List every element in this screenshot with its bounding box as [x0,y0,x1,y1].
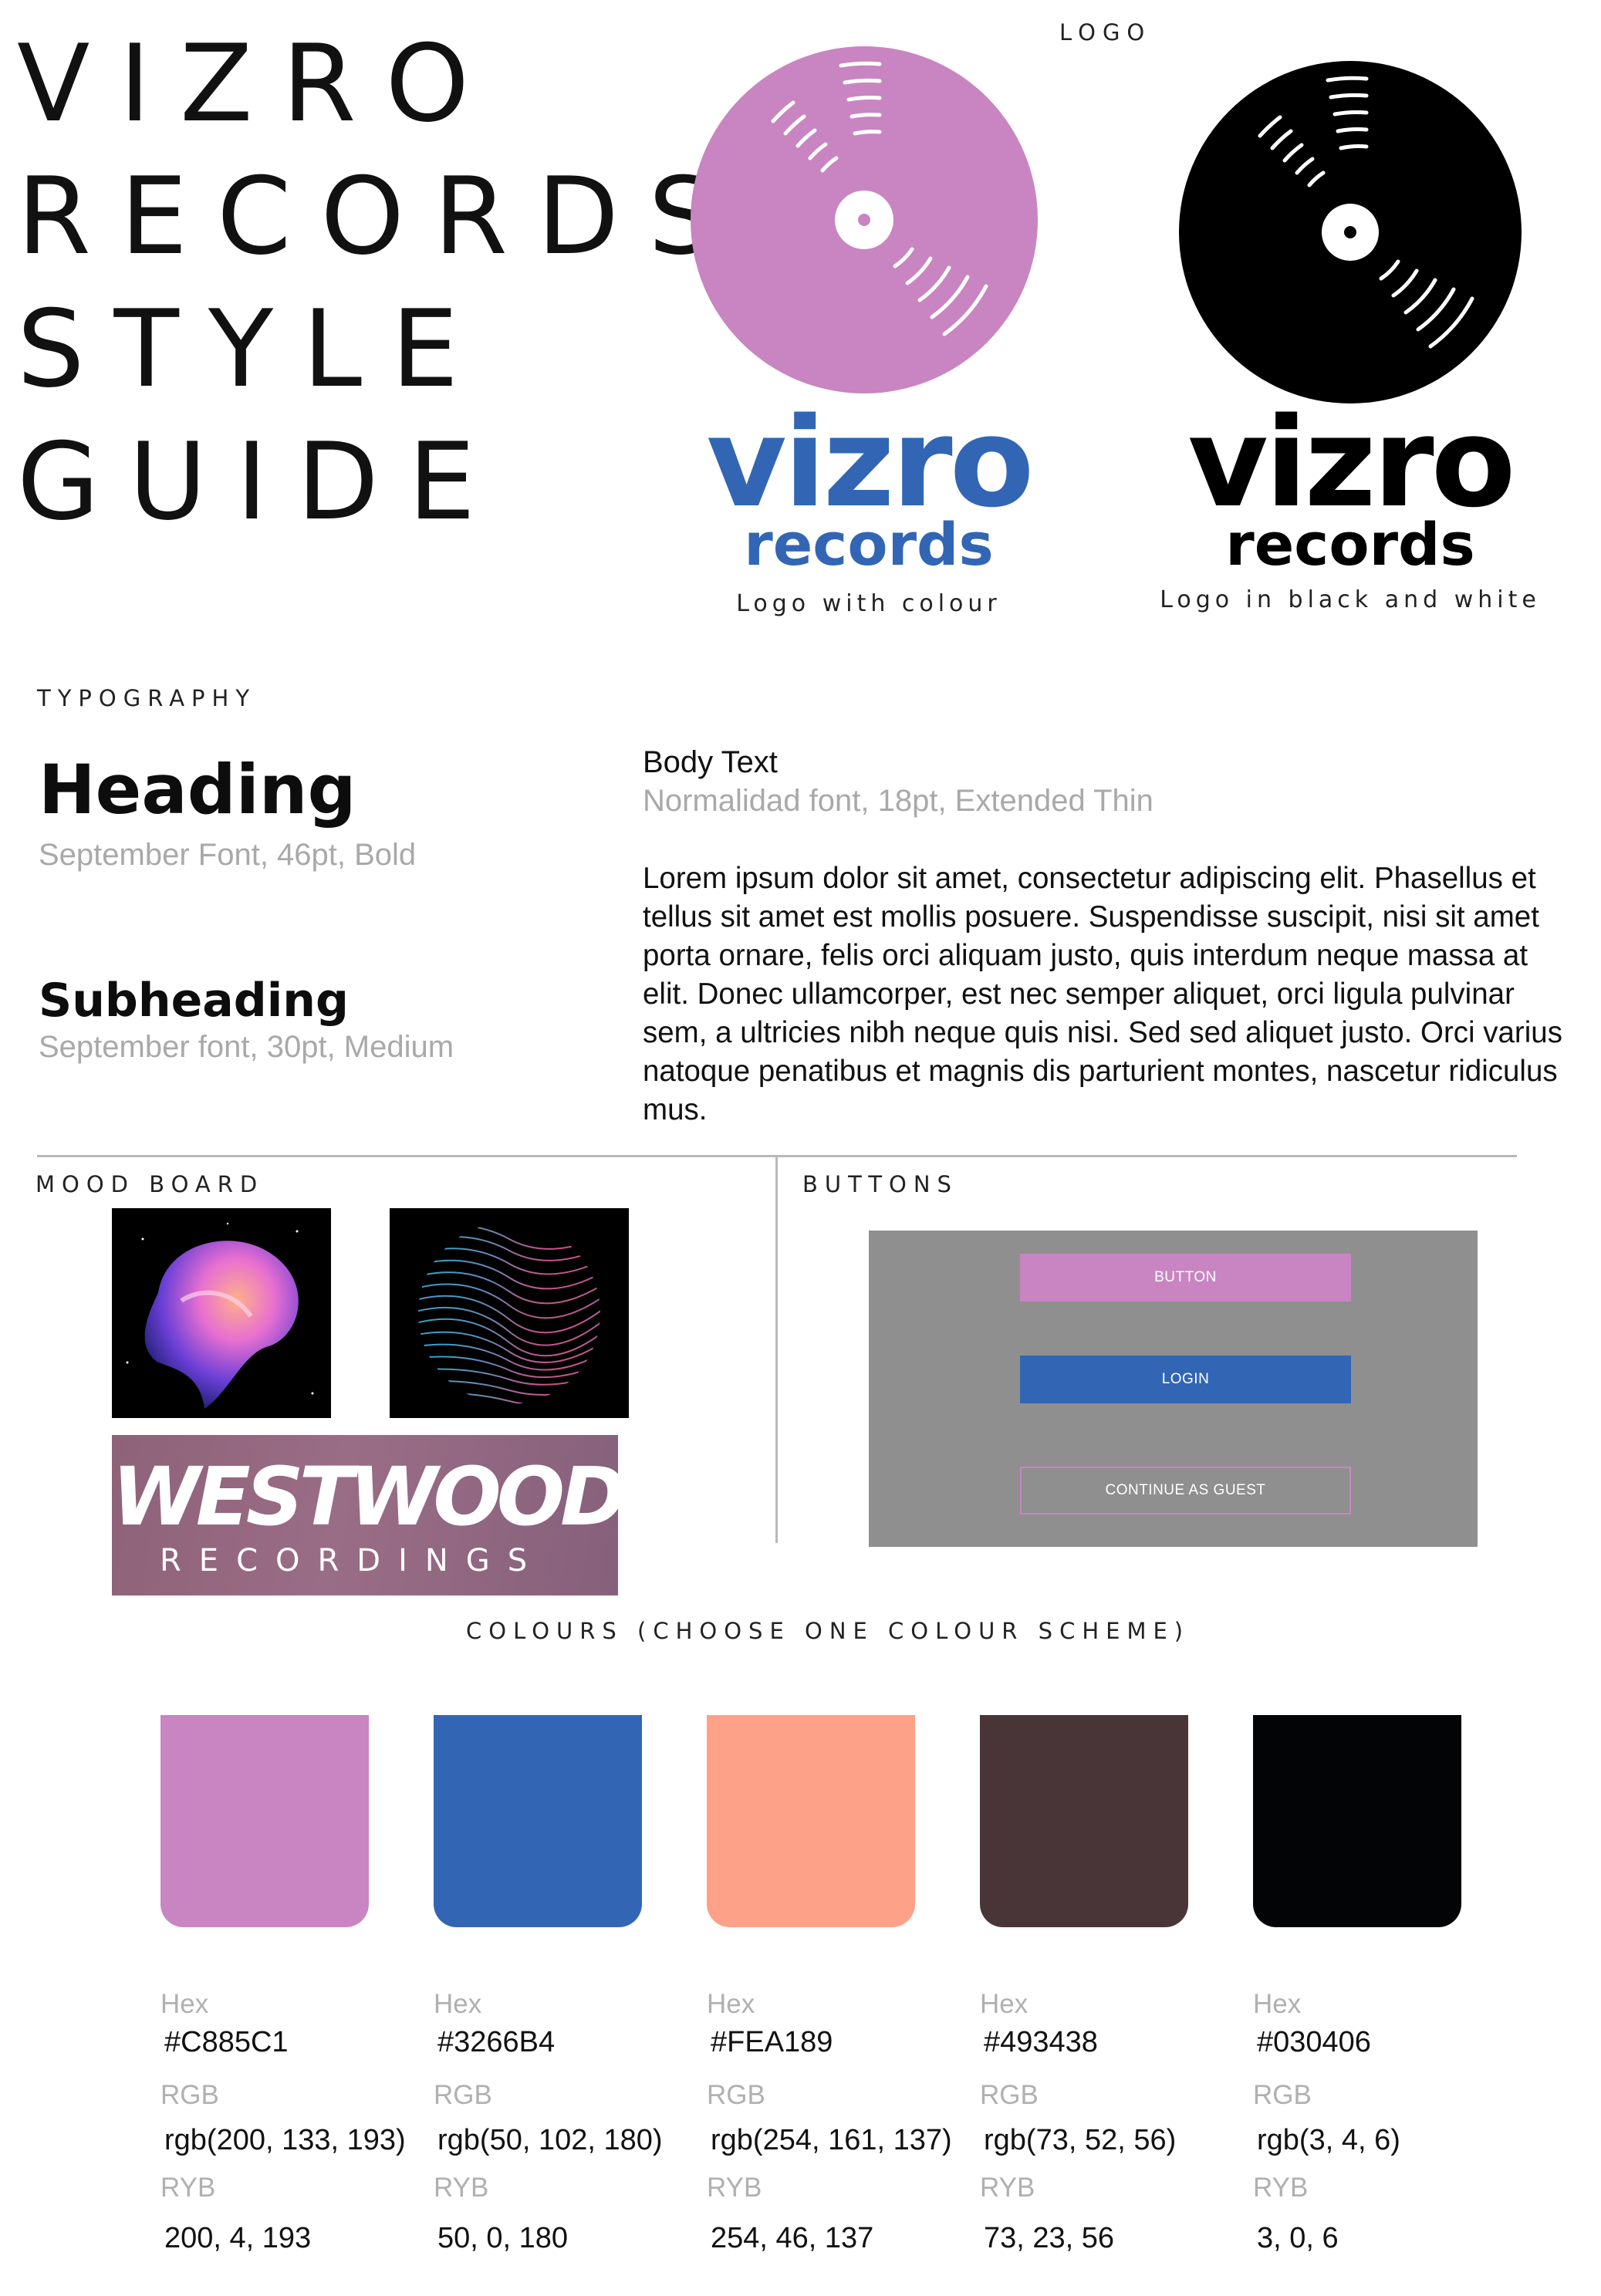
mood-image-wave-sphere [390,1208,629,1418]
typography-section-label: TYPOGRAPHY [37,685,257,711]
body-text-spec: Normalidad font, 18pt, Extended Thin [643,784,1153,818]
logo-colour-caption: Logo with colour [736,590,1001,617]
colour-ryb-label: RYB [707,2173,762,2203]
page-title-line-1: VIZRO [17,22,499,146]
colour-hex-label: Hex [707,1989,755,2019]
section-divider-vertical [775,1155,778,1543]
colour-swatch [1253,1715,1461,1927]
colour-swatch [434,1715,642,1927]
colour-rgb-label: RGB [707,2080,765,2110]
colour-rgb-label: RGB [980,2080,1039,2110]
colour-rgb-value: rgb(50, 102, 180) [437,2124,663,2156]
colour-rgb-value: rgb(73, 52, 56) [984,2124,1177,2156]
heading-spec: September Font, 46pt, Bold [39,838,417,872]
colour-ryb-value: 254, 46, 137 [711,2222,874,2254]
colour-ryb-label: RYB [1253,2173,1309,2203]
colour-rgb-label: RGB [434,2080,492,2110]
colour-ryb-value: 73, 23, 56 [984,2222,1115,2254]
mood-image-westwood-logo: WESTWOOD RECORDINGS [112,1435,627,1595]
body-text-title: Body Text [643,745,778,779]
page-title-line-4: GUIDE [17,420,505,544]
vinyl-disc-bw-icon [1179,61,1522,403]
colour-hex-value: #C885C1 [164,2026,289,2058]
colour-rgb-label: RGB [1253,2080,1312,2110]
vinyl-disc-colour-icon [691,46,1038,393]
logo-section-label: LOGO [1059,19,1152,46]
logo-bw-wordmark: vizro [1187,390,1515,535]
colour-swatch [707,1715,915,1927]
colour-rgb-value: rgb(3, 4, 6) [1257,2124,1400,2156]
colour-hex-value: #FEA189 [711,2026,833,2058]
colour-swatch [160,1715,369,1927]
logo-colour-subword: records [744,510,994,579]
colour-hex-label: Hex [434,1989,482,2019]
subheading-sample: Subheading [39,974,349,1028]
mood-image-abstract-blob [112,1208,331,1418]
heading-sample: Heading [39,750,356,829]
buttons-section-label: BUTTONS [802,1171,958,1197]
colour-hex-value: #3266B4 [437,2026,556,2058]
logo-bw-caption: Logo in black and white [1160,586,1541,613]
logo-colour-wordmark: vizro [706,390,1034,535]
logo-bw-subword: records [1225,510,1475,579]
colour-hex-value: #493438 [984,2026,1098,2058]
westwood-subword: RECORDINGS [160,1543,545,1578]
subheading-spec: September font, 30pt, Medium [39,1030,454,1064]
login-button[interactable]: LOGIN [1020,1356,1351,1403]
colour-hex-value: #030406 [1257,2026,1371,2058]
body-text-sample: Lorem ipsum dolor sit amet, consectetur … [643,862,1562,1126]
colour-swatch [980,1715,1188,1927]
colour-rgb-label: RGB [160,2080,219,2110]
page-title-line-2: RECORDS [17,154,745,279]
buttons-preview-panel: BUTTON LOGIN CONTINUE AS GUEST [869,1231,1478,1547]
continue-as-guest-button[interactable]: CONTINUE AS GUEST [1020,1467,1351,1514]
colour-rgb-value: rgb(254, 161, 137) [711,2124,952,2156]
colour-hex-label: Hex [160,1989,209,2019]
colour-hex-label: Hex [1253,1989,1302,2019]
colour-hex-label: Hex [980,1989,1028,2019]
colour-ryb-value: 50, 0, 180 [437,2222,569,2254]
page-title-line-3: STYLE [17,287,488,411]
colours-section-label: COLOURS (CHOOSE ONE COLOUR SCHEME) [466,1618,1191,1644]
mood-board-section-label: MOOD BOARD [35,1171,265,1197]
colour-rgb-value: rgb(200, 133, 193) [164,2124,406,2156]
colour-ryb-value: 3, 0, 6 [1257,2222,1339,2254]
colour-ryb-label: RYB [980,2173,1035,2203]
colour-ryb-label: RYB [160,2173,216,2203]
colour-ryb-label: RYB [434,2173,489,2203]
westwood-wordmark: WESTWOOD [112,1450,627,1544]
colour-ryb-value: 200, 4, 193 [164,2222,312,2254]
sample-button[interactable]: BUTTON [1020,1254,1351,1302]
